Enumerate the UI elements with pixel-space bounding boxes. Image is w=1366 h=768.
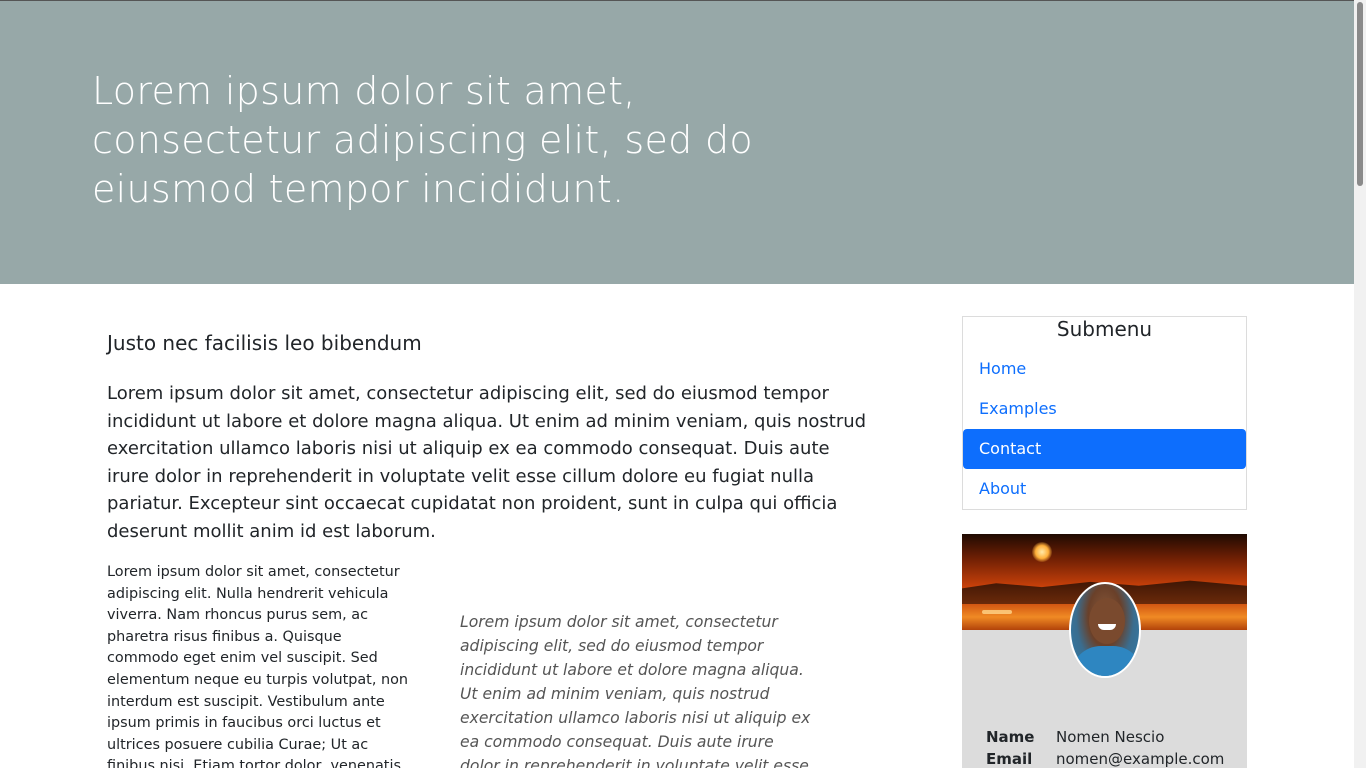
submenu-title: Submenu bbox=[1056, 317, 1153, 341]
email-label: Email bbox=[986, 750, 1033, 768]
lead-paragraph: Lorem ipsum dolor sit amet, consectetur … bbox=[107, 383, 867, 542]
sun-graphic bbox=[1032, 542, 1052, 562]
section-heading: Justo nec facilisis leo bibendum bbox=[107, 331, 422, 355]
name-label: Name bbox=[986, 728, 1035, 746]
water-glint-graphic bbox=[982, 610, 1012, 614]
email-value[interactable]: nomen@example.com bbox=[1056, 748, 1224, 768]
vertical-scrollbar[interactable] bbox=[1354, 0, 1366, 768]
profile-info: Name Nomen Nescio Email nomen@example.co… bbox=[986, 726, 1236, 768]
scrollbar-thumb[interactable] bbox=[1357, 2, 1363, 186]
submenu-item-home[interactable]: Home bbox=[963, 349, 1246, 389]
name-value: Nomen Nescio bbox=[1056, 728, 1165, 746]
hero-title: Lorem ipsum dolor sit amet, consectetur … bbox=[92, 69, 753, 211]
left-column-text: Lorem ipsum dolor sit amet, consectetur … bbox=[107, 564, 409, 768]
submenu: Submenu Home Examples Contact About bbox=[962, 316, 1247, 510]
sidebar: Submenu Home Examples Contact About Name bbox=[962, 316, 1247, 768]
profile-name-row: Name Nomen Nescio bbox=[986, 726, 1236, 748]
submenu-item-contact[interactable]: Contact bbox=[963, 429, 1246, 469]
right-column-quote: Lorem ipsum dolor sit amet, consectetur … bbox=[460, 613, 811, 768]
avatar bbox=[1069, 582, 1141, 678]
submenu-item-examples[interactable]: Examples bbox=[963, 389, 1246, 429]
avatar-face bbox=[1089, 598, 1125, 644]
submenu-item-about[interactable]: About bbox=[963, 469, 1246, 509]
profile-card: Name Nomen Nescio Email nomen@example.co… bbox=[962, 534, 1247, 768]
page: Lorem ipsum dolor sit amet, consectetur … bbox=[0, 0, 1354, 768]
hero-banner: Lorem ipsum dolor sit amet, consectetur … bbox=[0, 0, 1354, 284]
avatar-shirt bbox=[1071, 646, 1139, 676]
profile-email-row: Email nomen@example.com bbox=[986, 748, 1236, 768]
